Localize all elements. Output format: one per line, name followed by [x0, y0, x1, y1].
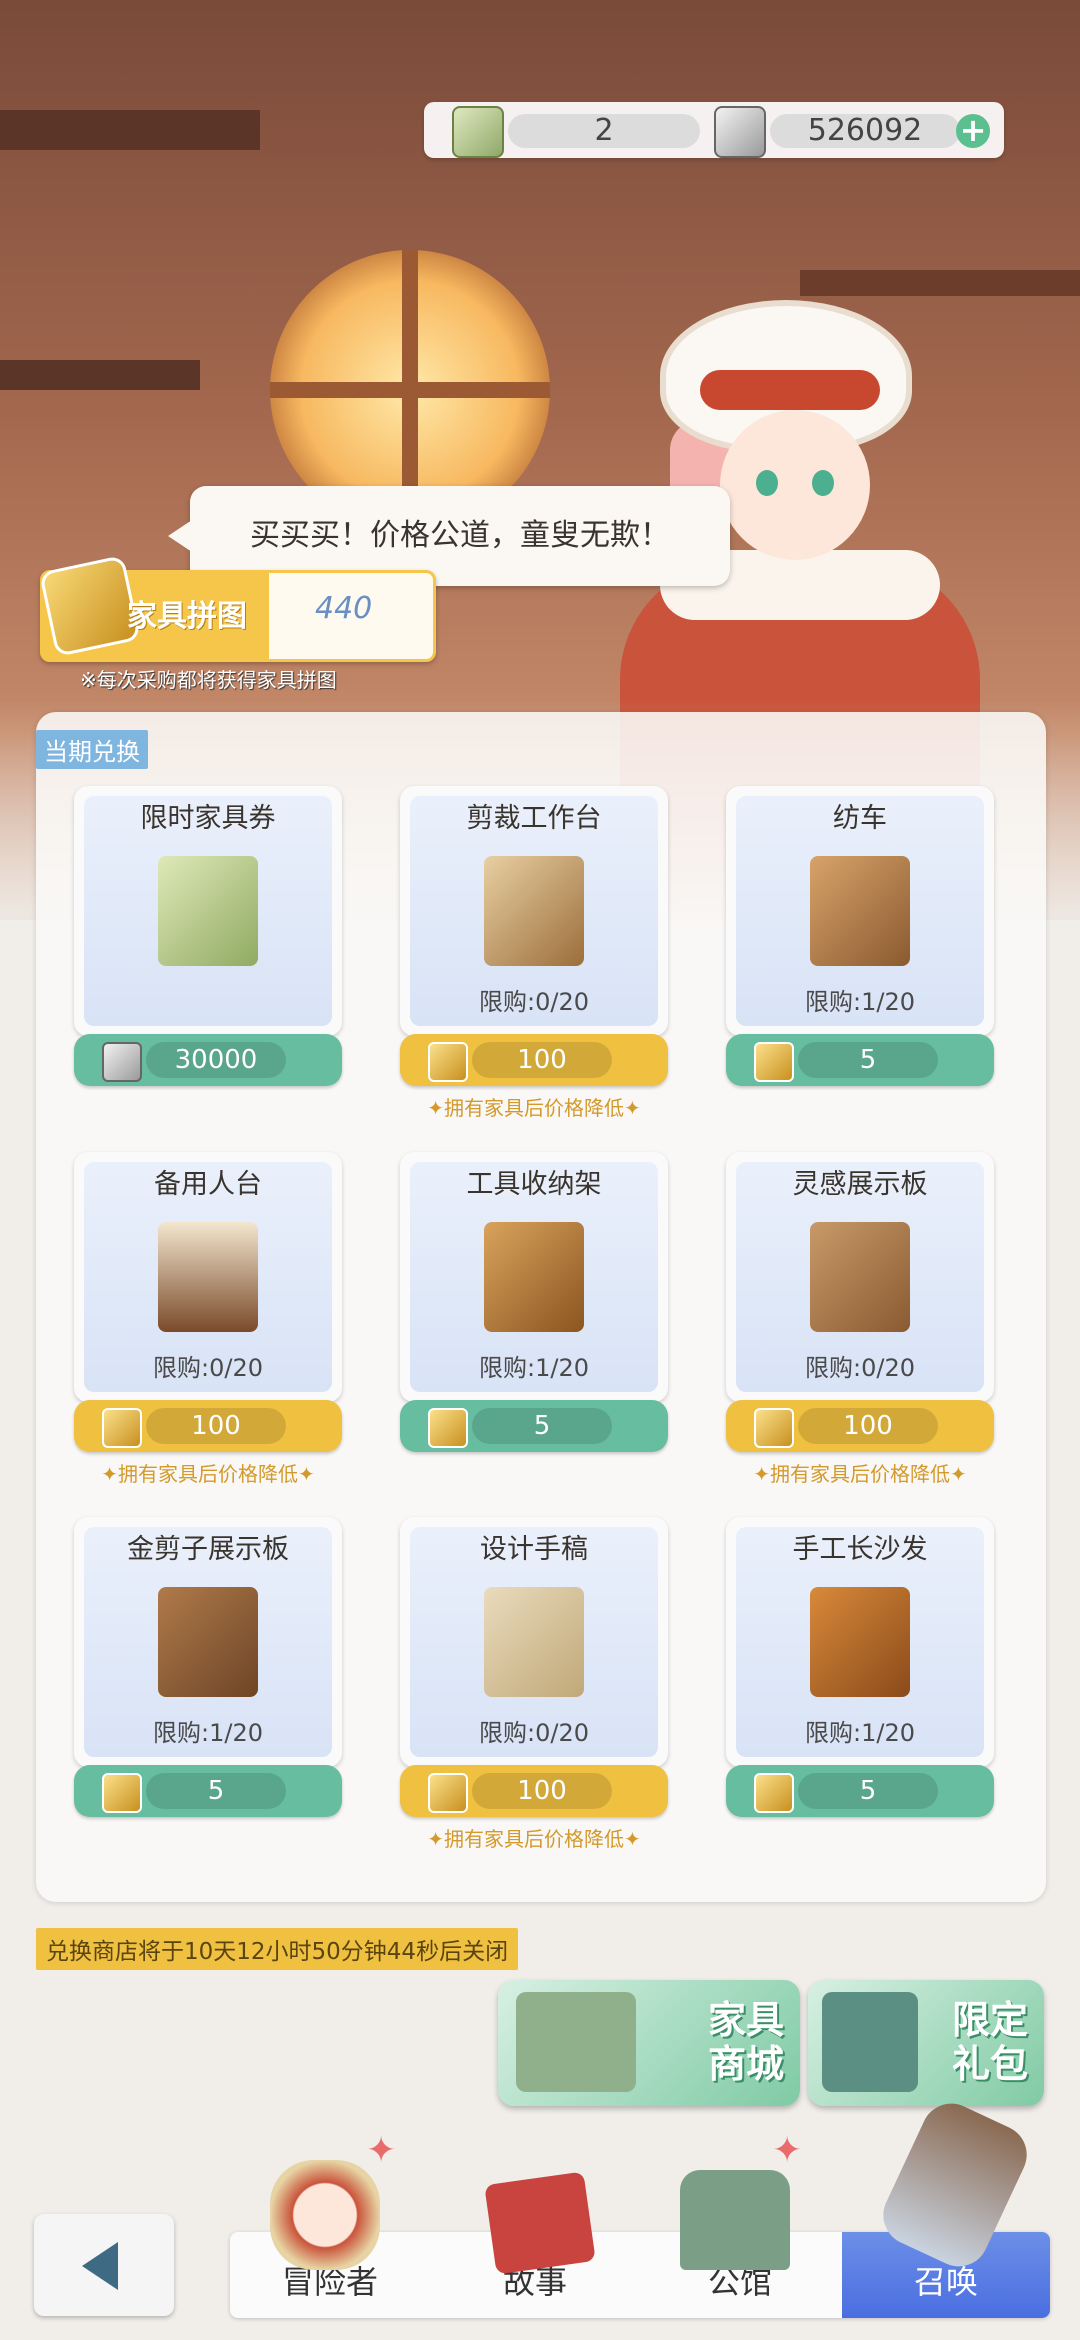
character-eye: [812, 470, 834, 496]
item-image: [810, 1587, 910, 1697]
purchase-limit: 限购:1/20: [153, 1719, 263, 1747]
purchase-limit: 限购:1/20: [805, 988, 915, 1016]
back-arrow-icon: [82, 2242, 118, 2290]
currency-bar: 2 526092 +: [424, 102, 1004, 158]
character-hat-band: [700, 370, 880, 410]
character-face: [720, 410, 870, 560]
item-name: 手工长沙发: [792, 1534, 928, 1565]
purchase-limit: 限购:0/20: [153, 1354, 263, 1382]
shelf-decoration: [800, 270, 1080, 296]
buy-button[interactable]: 5: [400, 1400, 668, 1452]
item-image: [484, 1222, 584, 1332]
buy-button[interactable]: 5: [726, 1034, 994, 1086]
discount-note: ✦拥有家具后价格降低✦: [427, 1827, 641, 1851]
item-price: 100: [472, 1773, 612, 1809]
buy-button[interactable]: 30000: [74, 1034, 342, 1086]
puzzle-note: ※每次采购都将获得家具拼图: [80, 668, 337, 692]
item-image: [158, 1222, 258, 1332]
item-price: 100: [472, 1042, 612, 1078]
buy-button[interactable]: 5: [74, 1765, 342, 1817]
item-price: 5: [798, 1042, 938, 1078]
character-eye: [756, 470, 778, 496]
item-price: 100: [146, 1408, 286, 1444]
item-name: 限时家具券: [140, 803, 276, 834]
closing-notice: 兑换商店将于10天12小时50分钟44秒后关闭: [36, 1928, 519, 1970]
limited-gift-label: 限定 礼包: [951, 1998, 1028, 2086]
furniture-mall-icon: [516, 1992, 636, 2092]
puzzle-icon: [428, 1773, 468, 1813]
discount-note: ✦拥有家具后价格降低✦: [427, 1096, 641, 1120]
section-title: 当期兑换: [36, 730, 148, 769]
item-name: 灵感展示板: [792, 1169, 928, 1200]
item-name: 工具收纳架: [466, 1169, 602, 1200]
item-card[interactable]: 手工长沙发限购:1/20: [726, 1517, 994, 1767]
purchase-limit: 限购:0/20: [479, 988, 589, 1016]
puzzle-icon: [428, 1408, 468, 1448]
storybook-icon: [484, 2171, 596, 2275]
item-image: [158, 856, 258, 966]
purchase-limit: 限购:0/20: [479, 1719, 589, 1747]
item-price: 5: [472, 1408, 612, 1444]
puzzle-icon: [754, 1042, 794, 1082]
ticket-count: 2: [508, 114, 700, 148]
puzzle-label: 家具拼图: [127, 599, 247, 634]
puzzle-icon: [754, 1408, 794, 1448]
puzzle-icon: [38, 554, 142, 658]
item-price: 5: [798, 1773, 938, 1809]
adventurer-icon: [270, 2160, 380, 2270]
puzzle-value: 440: [315, 591, 373, 626]
item-card[interactable]: 剪裁工作台限购:0/20: [400, 786, 668, 1036]
item-name: 剪裁工作台: [466, 803, 602, 834]
shelf-decoration: [0, 110, 260, 150]
coin-icon: [714, 106, 766, 158]
item-card[interactable]: 限时家具券: [74, 786, 342, 1036]
puzzle-icon: [102, 1408, 142, 1448]
item-name: 纺车: [833, 803, 887, 834]
coin-count: 526092: [770, 114, 960, 148]
item-card[interactable]: 纺车限购:1/20: [726, 786, 994, 1036]
item-price: 100: [798, 1408, 938, 1444]
buy-button[interactable]: 100: [74, 1400, 342, 1452]
item-card[interactable]: 灵感展示板限购:0/20: [726, 1152, 994, 1402]
puzzle-icon: [102, 1773, 142, 1813]
buy-button[interactable]: 100: [726, 1400, 994, 1452]
limited-gift-button[interactable]: 限定 礼包: [808, 1980, 1044, 2106]
puzzle-icon: [754, 1773, 794, 1813]
discount-note: ✦拥有家具后价格降低✦: [753, 1462, 967, 1486]
buy-button[interactable]: 5: [726, 1765, 994, 1817]
item-card[interactable]: 金剪子展示板 限购:1/20: [74, 1517, 342, 1767]
item-card[interactable]: 备用人台限购:0/20: [74, 1152, 342, 1402]
item-image: [810, 1222, 910, 1332]
sparkle-icon: ✦: [772, 2130, 803, 2171]
treasure-chest-icon: [822, 1992, 918, 2092]
furniture-mall-button[interactable]: 家具 商城: [498, 1980, 800, 2106]
add-currency-button[interactable]: +: [956, 114, 990, 148]
ticket-icon: [102, 1042, 142, 1082]
item-card[interactable]: 设计手稿限购:0/20: [400, 1517, 668, 1767]
shelf-decoration: [0, 360, 200, 390]
item-image: [810, 856, 910, 966]
back-button[interactable]: [34, 2214, 174, 2316]
puzzle-icon: [428, 1042, 468, 1082]
purchase-limit: 限购:1/20: [479, 1354, 589, 1382]
guild-house-icon: [680, 2170, 790, 2270]
item-card[interactable]: 工具收纳架限购:1/20: [400, 1152, 668, 1402]
item-name: 备用人台: [154, 1169, 262, 1200]
puzzle-balance[interactable]: 家具拼图 440: [38, 554, 436, 662]
item-price: 30000: [146, 1042, 286, 1078]
ticket-icon: [452, 106, 504, 158]
discount-note: ✦拥有家具后价格降低✦: [101, 1462, 315, 1486]
item-price: 5: [146, 1773, 286, 1809]
buy-button[interactable]: 100: [400, 1034, 668, 1086]
buy-button[interactable]: 100: [400, 1765, 668, 1817]
furniture-mall-label: 家具 商城: [707, 1998, 784, 2086]
item-image: [484, 856, 584, 966]
purchase-limit: 限购:0/20: [805, 1354, 915, 1382]
item-name: 设计手稿: [480, 1534, 588, 1565]
purchase-limit: 限购:1/20: [805, 1719, 915, 1747]
item-image: [158, 1587, 258, 1697]
sparkle-icon: ✦: [366, 2130, 397, 2171]
item-name: 金剪子展示板: [127, 1534, 289, 1565]
item-image: [484, 1587, 584, 1697]
